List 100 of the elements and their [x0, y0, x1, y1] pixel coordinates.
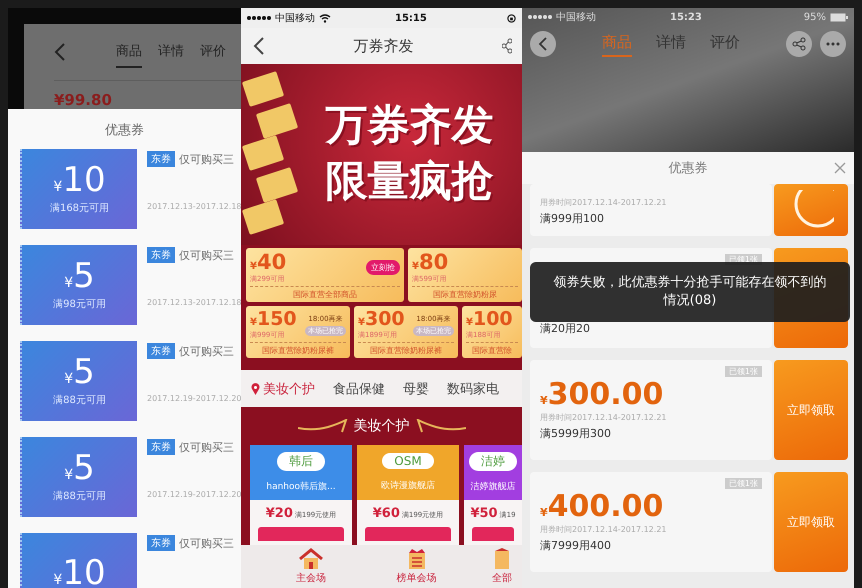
coupon-dates: 2017.12.13-2017.12.18: [147, 202, 241, 211]
currency-sign: ¥: [53, 572, 62, 588]
coupon-condition: 满168元可用: [50, 202, 110, 215]
back-button[interactable]: [530, 30, 556, 56]
coupon-condition: 满999用100: [540, 210, 605, 226]
claim-button[interactable]: 立即领取: [774, 360, 848, 460]
product-tab[interactable]: 评价: [200, 36, 226, 68]
close-icon[interactable]: [834, 162, 846, 174]
currency-sign: ¥: [250, 261, 257, 272]
coupon-amount: ¥60: [372, 506, 400, 521]
coupon-amount: 80: [418, 251, 448, 274]
product-tab[interactable]: 评价: [710, 30, 740, 57]
banner-headline: 限量疯抢: [326, 154, 494, 206]
coupon-dates: 2017.12.19-2017.12.20: [147, 490, 241, 499]
coupon-amount: 5: [73, 451, 95, 485]
battery-percent: 95%: [804, 12, 826, 22]
coupon-dates: 用券时间2017.12.14-2017.12.21: [540, 524, 668, 536]
currency-sign: ¥: [358, 317, 365, 328]
tab-bar-label[interactable]: 榜单会场: [396, 571, 436, 585]
coupon-tag: 东券: [147, 247, 175, 263]
coupon-amount: 300.00: [548, 378, 664, 410]
coupon-amount: 150: [256, 309, 297, 330]
product-tab[interactable]: 详情: [158, 36, 184, 68]
coupon-dates: 2017.12.13-2017.12.18: [147, 298, 241, 307]
coupon-tag: 东券: [147, 535, 175, 551]
ribbon-icon: [416, 419, 466, 433]
category-tab[interactable]: 食品保健: [333, 380, 385, 398]
ribbon-icon: [298, 419, 348, 433]
coupon-condition: 满88元可用: [53, 394, 106, 407]
status-time: 15:15: [395, 12, 427, 24]
coupon-description: 仅可购买三: [179, 344, 234, 358]
currency-sign: ¥: [466, 317, 473, 328]
location-pin-icon: [251, 382, 260, 394]
coupon-scope: 国际直营全部商品: [250, 286, 400, 300]
currency-sign: ¥: [64, 467, 74, 483]
category-tab[interactable]: 数码家电: [447, 380, 499, 398]
page-title: 万券齐发: [352, 36, 414, 56]
store-logo: 韩后: [277, 452, 325, 472]
coupon-amount: 10: [62, 163, 106, 197]
back-icon: [538, 36, 548, 50]
coupon-dates: 用券时间2017.12.14-2017.12.21: [540, 196, 668, 208]
coupon-scope: 国际直营除奶粉尿裤: [250, 342, 346, 356]
more-button[interactable]: [820, 30, 846, 56]
currency-sign: ¥: [64, 275, 74, 291]
section-title: 美妆个护: [354, 417, 410, 435]
store-logo: OSM: [382, 453, 434, 469]
share-icon[interactable]: [502, 38, 512, 54]
grab-button[interactable]: 立刻抢: [366, 260, 400, 276]
currency-sign: ¥: [64, 371, 74, 387]
claim-button[interactable]: 立即领取: [774, 472, 848, 572]
coupon-condition: 满98元可用: [53, 298, 106, 311]
coupon-amount: ¥50: [470, 506, 498, 521]
tab-bar-label[interactable]: 全部: [492, 571, 512, 585]
coupon-condition: 满88元可用: [53, 490, 106, 503]
battery-icon: [830, 12, 848, 22]
coupon-tag: 东券: [147, 151, 175, 167]
category-tab[interactable]: 母婴: [403, 380, 429, 398]
coupon-amount: 5: [73, 259, 95, 293]
coupon-dates: 2017.12.19-2017.12.20: [147, 394, 241, 403]
share-icon: [792, 36, 806, 50]
share-button[interactable]: [786, 30, 812, 56]
coupon-description: 仅可购买三: [179, 152, 234, 166]
tab-bar-label[interactable]: 主会场: [296, 571, 326, 585]
coupon-amount: 300: [364, 309, 405, 330]
house-icon[interactable]: [298, 548, 324, 570]
coupon-amount: 400.00: [548, 490, 664, 522]
coupon-amount: ¥20: [266, 506, 293, 521]
sheet-title: 优惠券: [668, 160, 708, 177]
banner-headline: 万券齐发: [326, 99, 494, 151]
currency-sign: ¥: [540, 394, 548, 407]
category-tab[interactable]: 美妆个护: [251, 380, 315, 398]
signal-icon: [247, 16, 271, 20]
back-icon[interactable]: [253, 37, 265, 55]
coupon-amount: 5: [73, 355, 95, 389]
coupon-dates: 用券时间2017.12.14-2017.12.21: [540, 412, 668, 424]
product-tab[interactable]: 商品: [116, 36, 142, 68]
currency-sign: ¥: [412, 261, 419, 272]
store-name: hanhoo韩后旗...: [266, 480, 336, 493]
currency-sign: ¥: [250, 317, 257, 328]
store-name: 欧诗漫旗舰店: [381, 480, 435, 492]
coupon-amount: 10: [62, 556, 106, 588]
wifi-icon: [319, 14, 331, 22]
currency-sign: ¥: [53, 179, 62, 195]
currency-sign: ¥: [540, 506, 548, 519]
coupon-description: 仅可购买三: [179, 440, 234, 454]
coupon-condition: 满7999用400: [540, 538, 612, 554]
status-time: 15:23: [670, 12, 702, 22]
carrier-name: 中国移动: [556, 10, 596, 24]
coupon-amount: 40: [256, 251, 286, 274]
more-icon: [826, 42, 840, 46]
coupon-scope: 国际直营除奶粉尿裤: [358, 342, 454, 356]
product-price: ¥99.80: [54, 91, 113, 109]
coupon-description: 仅可购买三: [179, 536, 234, 550]
coupon-condition: 满20用20: [540, 320, 591, 336]
store-name: 洁婷旗舰店: [470, 480, 516, 493]
coupon-tag: 东券: [147, 439, 175, 455]
coupon-tag: 东券: [147, 343, 175, 359]
signal-icon: [528, 15, 552, 19]
sheet-title: 优惠券: [104, 122, 145, 140]
error-toast: 领券失败，此优惠券十分抢手可能存在领不到的情况(08): [530, 262, 850, 322]
